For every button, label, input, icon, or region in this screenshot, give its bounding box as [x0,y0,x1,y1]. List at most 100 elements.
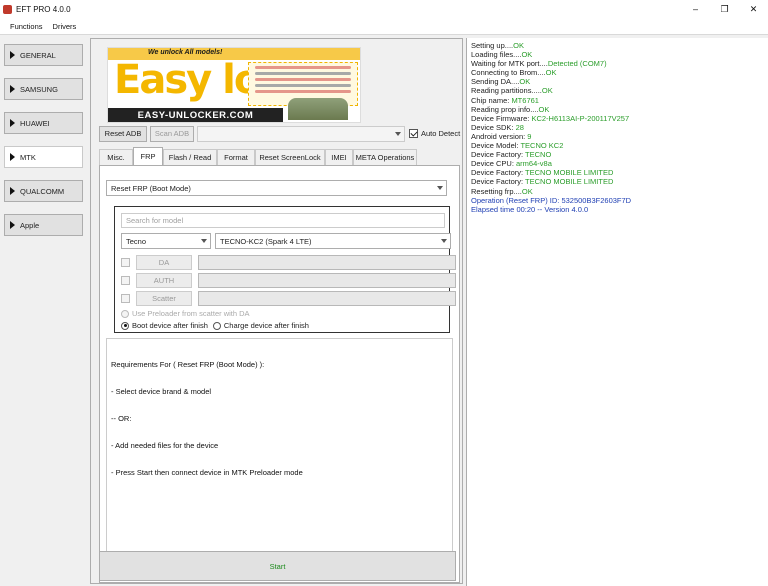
sidebar-item-apple[interactable]: Apple [4,214,83,236]
arrow-right-icon [10,85,15,93]
auto-detect-checkbox[interactable] [409,129,418,138]
brand-select[interactable]: Tecno [121,233,211,249]
minimize-button[interactable]: – [681,0,710,18]
chevron-down-icon [395,131,401,136]
requirements-line: - Select device brand & model [111,387,212,396]
log-segment: Device Factory: [471,177,526,187]
requirements-line: - Press Start then connect device in MTK… [111,468,303,477]
log-line: Reading prop info....OK [471,105,764,114]
log-segment: OK [519,77,531,87]
boot-after-finish-radio[interactable] [121,321,129,330]
scatter-checkbox[interactable] [121,294,130,303]
sidebar-item-label: GENERAL [20,50,56,60]
reset-adb-button[interactable]: Reset ADB [99,125,147,142]
tab-reset-screenlock[interactable]: Reset ScreenLock [255,149,325,165]
sidebar-item-general[interactable]: GENERAL [4,44,83,66]
model-select[interactable]: TECNO-KC2 (Spark 4 LTE) [215,233,451,249]
requirements-line: - Add needed files for the device [111,441,219,450]
sidebar-item-huawei[interactable]: HUAWEI [4,112,83,134]
sidebar-item-label: SAMSUNG [20,84,58,94]
log-line: Device Factory: TECNO [471,150,764,159]
tab-format[interactable]: Format [217,149,255,165]
menu-functions[interactable]: Functions [10,22,43,31]
menu-drivers[interactable]: Drivers [53,22,77,31]
device-selection-group: Search for model Tecno TECNO-KC2 (Spark … [114,206,456,333]
log-segment: KC2-H6113AI-P-200117V257 [531,113,630,123]
log-segment: Operation (Reset FRP) ID: 532500B3F2603F… [471,195,632,205]
banner-illustration [288,98,348,120]
title-bar: EFT PRO 4.0.0 – ❐ ✕ [0,0,768,18]
requirements-line: -- OR: [111,414,132,423]
log-segment: Device Factory: [471,150,526,160]
frp-operation-select[interactable]: Reset FRP (Boot Mode) [106,180,447,196]
tab-meta-operations[interactable]: META Operations [353,149,417,165]
log-line: Chip name: MT6761 [471,96,764,105]
tab-imei[interactable]: IMEI [325,149,353,165]
log-line: Elapsed time 00:20 -- Version 4.0.0 [471,205,764,214]
log-segment: OK [538,104,550,114]
menu-bar: Functions Drivers [0,18,768,35]
scatter-file-button[interactable]: Scatter [136,291,192,306]
scatter-file-path [198,291,456,306]
tab-frp[interactable]: FRP [133,147,163,165]
brand-sidebar: GENERAL SAMSUNG HUAWEI MTK QUALCOMM Appl… [4,44,83,248]
arrow-right-icon [10,119,15,127]
model-value: TECNO-KC2 (Spark 4 LTE) [220,236,312,246]
close-button[interactable]: ✕ [739,0,768,18]
arrow-right-icon [10,221,15,229]
log-segment: Android version: [471,131,528,141]
adb-device-select[interactable] [197,125,405,142]
log-segment: OK [545,68,557,78]
da-checkbox[interactable] [121,258,130,267]
charge-after-finish-radio[interactable] [212,321,221,330]
start-button[interactable]: Start [99,551,456,581]
log-line: Device Firmware: KC2-H6113AI-P-200117V25… [471,114,764,123]
sidebar-item-label: HUAWEI [20,118,50,128]
sidebar-item-qualcomm[interactable]: QUALCOMM [4,180,83,202]
log-line: Reading partitions.....OK [471,86,764,95]
log-line: Device Factory: TECNO MOBILE LIMITED [471,177,764,186]
log-segment: OK [541,86,553,96]
log-segment: Device Factory: [471,168,526,178]
restore-button[interactable]: ❐ [710,0,739,18]
log-segment: Sending DA.... [471,77,520,87]
tab-flash-read[interactable]: Flash / Read [163,149,217,165]
frp-tab-panel: Reset FRP (Boot Mode) Search for model T… [99,165,460,583]
sidebar-item-mtk[interactable]: MTK [4,146,83,168]
log-segment: Resetting frp.... [471,186,522,196]
chevron-down-icon [201,239,207,243]
tab-misc[interactable]: Misc. [99,149,133,165]
log-segment: TECNO KC2 [520,141,564,151]
use-preloader-option[interactable] [121,309,129,318]
log-segment: Reading partitions..... [471,86,542,96]
log-line: Device Factory: TECNO MOBILE LIMITED [471,168,764,177]
auth-checkbox[interactable] [121,276,130,285]
log-line: Setting up....OK [471,41,764,50]
log-segment: MT6761 [511,95,539,105]
scan-adb-button[interactable]: Scan ADB [150,125,194,142]
requirements-line: Requirements For ( Reset FRP (Boot Mode)… [111,360,265,369]
auth-file-button[interactable]: AUTH [136,273,192,288]
sidebar-item-samsung[interactable]: SAMSUNG [4,78,83,100]
log-segment: Device Model: [471,141,521,151]
log-segment: Device SDK: [471,122,516,132]
log-segment: TECNO MOBILE LIMITED [525,168,614,178]
use-preloader-label: Use Preloader from scatter with DA [132,309,250,318]
log-output: Setting up....OK Loading files....OK Waiti… [466,38,768,586]
log-segment: arm64-v8a [516,159,552,169]
log-line: Connecting to Brom....OK [471,68,764,77]
auto-detect-label: Auto Detect [421,129,461,138]
log-segment: Device Firmware: [471,113,532,123]
log-segment: Reading prop info.... [471,104,539,114]
banner-url: EASY-UNLOCKER.COM [137,109,254,121]
log-line: Loading files....OK [471,50,764,59]
da-file-button[interactable]: DA [136,255,192,270]
log-segment: Connecting to Brom.... [471,68,546,78]
log-line: Device SDK: 28 [471,123,764,132]
window-controls: – ❐ ✕ [681,0,768,18]
chevron-down-icon [441,239,447,243]
model-search-input[interactable]: Search for model [121,213,445,228]
log-segment: Loading files.... [471,50,522,60]
log-segment: TECNO [525,150,552,160]
log-line: Sending DA....OK [471,77,764,86]
